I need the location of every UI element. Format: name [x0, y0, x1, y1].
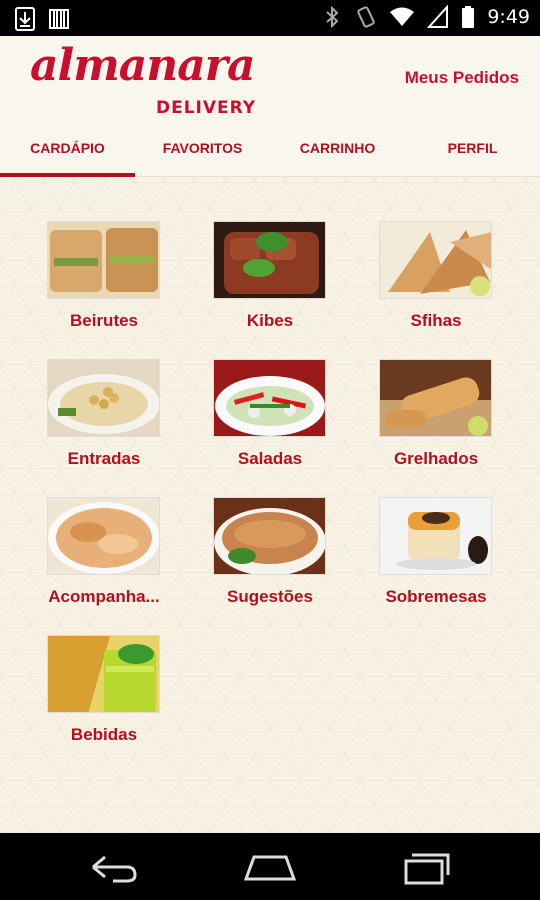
category-label: Saladas: [237, 449, 303, 468]
category-sugestoes[interactable]: Sugestões: [190, 497, 350, 627]
tab-perfil[interactable]: PERFIL: [405, 124, 540, 177]
acompanhamentos-image: [47, 497, 160, 575]
clock-time: 9:49: [487, 6, 530, 28]
category-label: Grelhados: [393, 449, 479, 468]
my-orders-link[interactable]: Meus Pedidos: [405, 68, 519, 88]
app-header: almanara DELIVERY Meus Pedidos: [0, 36, 540, 124]
category-label: Acompanha...: [48, 587, 160, 606]
category-label: Entradas: [67, 449, 141, 468]
category-label: Sobremesas: [385, 587, 487, 606]
tab-bar: CARDÁPIO FAVORITOS CARRINHO PERFIL: [0, 124, 540, 177]
logo-subtitle: DELIVERY: [156, 98, 257, 118]
signal-icon: [427, 5, 449, 28]
wifi-icon: [390, 7, 415, 26]
back-icon[interactable]: [83, 849, 143, 885]
home-icon[interactable]: [240, 849, 300, 885]
category-grelhados[interactable]: Grelhados: [356, 359, 516, 489]
vibrate-icon: [357, 6, 376, 28]
saladas-image: [213, 359, 326, 437]
category-sfihas[interactable]: Sfihas: [356, 221, 516, 351]
tab-carrinho[interactable]: CARRINHO: [270, 124, 405, 177]
menu-grid: Beirutes Kibes Sfihas Entradas Saladas G…: [0, 177, 540, 833]
category-acompanhamentos[interactable]: Acompanha...: [24, 497, 184, 627]
tab-cardapio[interactable]: CARDÁPIO: [0, 124, 135, 177]
category-label: Sfihas: [410, 311, 462, 330]
sobremesas-image: [379, 497, 492, 575]
category-label: Beirutes: [69, 311, 139, 330]
download-notification-icon: [15, 7, 35, 31]
kibes-image: [213, 221, 326, 299]
entradas-image: [47, 359, 160, 437]
category-label: Sugestões: [227, 587, 313, 606]
navigation-bar: [0, 833, 540, 900]
category-label: Kibes: [246, 311, 294, 330]
category-kibes[interactable]: Kibes: [190, 221, 350, 351]
category-entradas[interactable]: Entradas: [24, 359, 184, 489]
grelhados-image: [379, 359, 492, 437]
sugestoes-image: [213, 497, 326, 575]
status-bar: 9:49: [0, 0, 540, 36]
bebidas-image: [47, 635, 160, 713]
battery-icon: [462, 6, 475, 28]
category-saladas[interactable]: Saladas: [190, 359, 350, 489]
tab-favoritos[interactable]: FAVORITOS: [135, 124, 270, 177]
beirutes-image: [47, 221, 160, 299]
category-sobremesas[interactable]: Sobremesas: [356, 497, 516, 627]
almanara-logo: almanara DELIVERY: [30, 40, 260, 122]
logo-script: almanara: [30, 40, 255, 91]
category-label: Bebidas: [70, 725, 138, 744]
recent-apps-icon[interactable]: [398, 849, 458, 885]
category-beirutes[interactable]: Beirutes: [24, 221, 184, 351]
barcode-notification-icon: [49, 9, 69, 29]
sfihas-image: [379, 221, 492, 299]
bluetooth-icon: [326, 5, 339, 29]
category-bebidas[interactable]: Bebidas: [24, 635, 184, 765]
